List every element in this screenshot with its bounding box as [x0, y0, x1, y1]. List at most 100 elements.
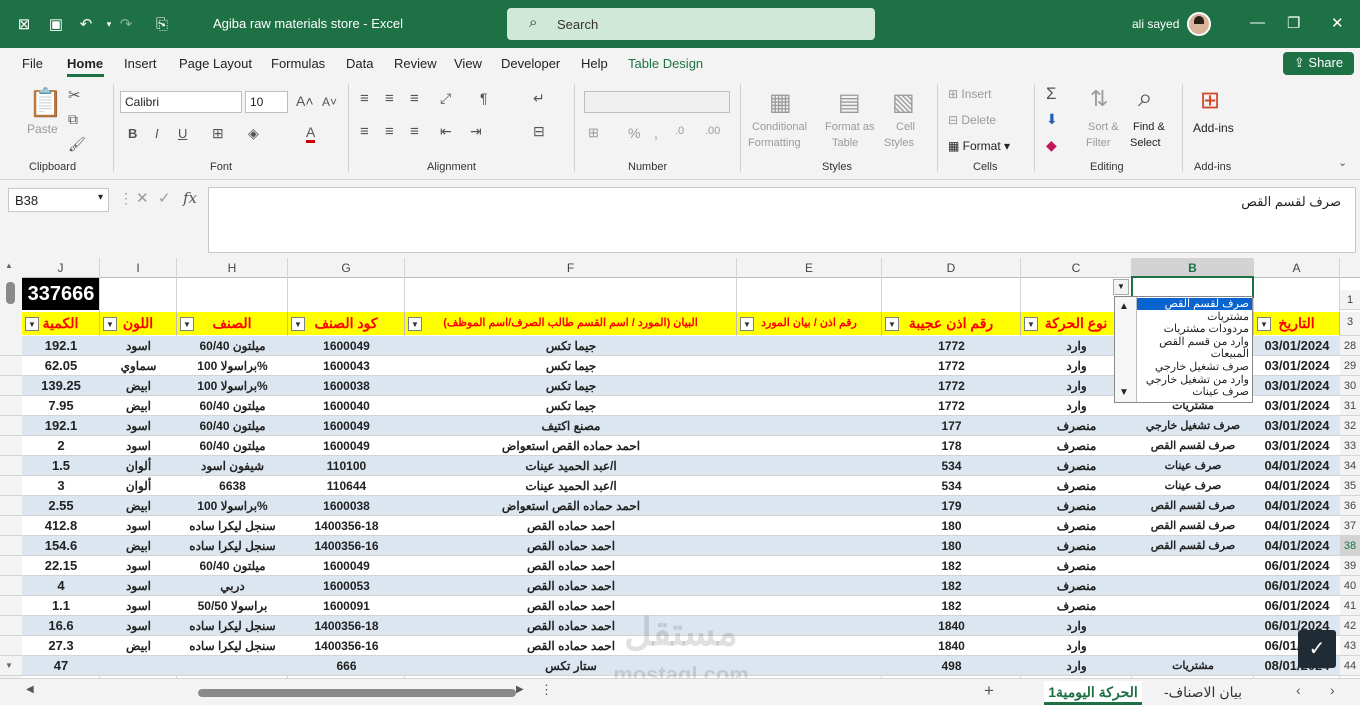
cell-i[interactable]: ابيض: [100, 496, 177, 516]
cell-c[interactable]: منصرف: [1021, 436, 1132, 456]
cell-j[interactable]: 2: [22, 436, 100, 456]
bold-icon[interactable]: B: [128, 126, 137, 141]
check-icon[interactable]: ✓: [1298, 630, 1336, 668]
row-header[interactable]: 32: [1340, 416, 1360, 436]
copy-icon[interactable]: ⧉: [68, 111, 78, 128]
cell-i[interactable]: ابيض: [100, 536, 177, 556]
select-all-corner[interactable]: [1340, 258, 1360, 278]
undo-icon[interactable]: ↶: [76, 14, 96, 34]
percent-icon[interactable]: %: [628, 125, 640, 141]
scroll-thumb[interactable]: [6, 282, 15, 304]
add-ins-button-label[interactable]: Add-ins: [1193, 121, 1234, 135]
validation-list-scrollbar[interactable]: ▲ ▼: [1115, 297, 1137, 402]
font-name-select[interactable]: Calibri: [120, 91, 242, 113]
cell-i[interactable]: اسود: [100, 336, 177, 356]
cell-d[interactable]: 180: [882, 516, 1021, 536]
cell-c[interactable]: منصرف: [1021, 416, 1132, 436]
cell-c[interactable]: وارد: [1021, 616, 1132, 636]
cell-i[interactable]: [100, 656, 177, 676]
align-right-icon[interactable]: ≡: [410, 123, 419, 140]
cell-c[interactable]: وارد: [1021, 656, 1132, 676]
cell-f[interactable]: احمد حماده القص: [405, 596, 737, 616]
col-header-b[interactable]: B: [1132, 258, 1254, 278]
cell-g[interactable]: 1600038: [288, 496, 405, 516]
cell-d[interactable]: 1772: [882, 336, 1021, 356]
menu-view[interactable]: View: [454, 56, 482, 71]
cell-h[interactable]: شيفون اسود: [177, 456, 288, 476]
underline-icon[interactable]: U: [178, 126, 187, 141]
cell-j[interactable]: 412.8: [22, 516, 100, 536]
cell-e[interactable]: [737, 616, 882, 636]
sheet-tab[interactable]: بيان الاصناف-: [1158, 681, 1248, 705]
cell-g[interactable]: 1400356-16: [288, 636, 405, 656]
conditional-formatting-icon[interactable]: ▦: [769, 88, 792, 117]
collapse-ribbon-icon[interactable]: ⌄: [1338, 156, 1347, 169]
font-size-select[interactable]: 10: [245, 91, 288, 113]
scroll-up-icon[interactable]: ▲: [1119, 301, 1129, 312]
row-header[interactable]: 38: [1340, 536, 1360, 556]
validation-list[interactable]: ▲ ▼ صرف لقسم القص مشتريات مردودات مشتريات و…: [1114, 296, 1253, 403]
filter-dropdown-icon[interactable]: ▼: [885, 317, 899, 331]
cell-e[interactable]: [737, 536, 882, 556]
cell-b[interactable]: صرف عينات: [1132, 476, 1254, 496]
cell-f[interactable]: ا/عبد الحميد عينات: [405, 456, 737, 476]
validation-option[interactable]: وارد من تشغيل خارجي: [1137, 374, 1252, 386]
cell-g[interactable]: 1600049: [288, 416, 405, 436]
format-as-table-icon[interactable]: ▤: [838, 88, 861, 117]
validation-option[interactable]: صرف عينات: [1137, 386, 1252, 398]
scroll-down-icon[interactable]: ▼: [1119, 387, 1129, 398]
align-middle-icon[interactable]: ≡: [385, 90, 394, 107]
conditional-formatting-label-1[interactable]: Conditional: [752, 121, 807, 133]
cell-d[interactable]: 1772: [882, 396, 1021, 416]
cell-h[interactable]: براسولا 100%: [177, 496, 288, 516]
cell-h[interactable]: 6638: [177, 476, 288, 496]
clear-icon[interactable]: ◆: [1046, 137, 1057, 154]
format-as-table-label-2[interactable]: Table: [832, 137, 858, 149]
next-sheet-icon[interactable]: ›: [1330, 682, 1335, 698]
cell-i[interactable]: اسود: [100, 556, 177, 576]
cell-g[interactable]: 1600091: [288, 596, 405, 616]
increase-indent-icon[interactable]: ⇥: [470, 123, 482, 140]
wrap-text-icon[interactable]: ↵: [533, 90, 545, 107]
minimize-icon[interactable]: —: [1250, 14, 1265, 31]
cell-b[interactable]: صرف عينات: [1132, 456, 1254, 476]
cell-i[interactable]: ابيض: [100, 396, 177, 416]
redo-icon[interactable]: ↷: [116, 14, 136, 34]
enter-icon[interactable]: ✓: [158, 189, 171, 207]
row-header[interactable]: 40: [1340, 576, 1360, 596]
col-header-h[interactable]: H: [177, 258, 288, 278]
cell-i[interactable]: ألوان: [100, 476, 177, 496]
cell-d[interactable]: 182: [882, 596, 1021, 616]
borders-icon[interactable]: ⊞: [212, 125, 224, 142]
filter-dropdown-icon[interactable]: ▼: [1024, 317, 1038, 331]
cell-j[interactable]: 1.5: [22, 456, 100, 476]
cell-j[interactable]: 22.15: [22, 556, 100, 576]
restore-icon[interactable]: ❐: [1287, 14, 1300, 32]
menu-formulas[interactable]: Formulas: [271, 56, 325, 71]
cell-f[interactable]: ا/عبد الحميد عينات: [405, 476, 737, 496]
cell-a[interactable]: 06/01/2024: [1254, 556, 1340, 576]
validation-dropdown-button[interactable]: ▼: [1113, 279, 1129, 295]
share-button[interactable]: ⇪ Share: [1283, 52, 1354, 75]
filter-dropdown-icon[interactable]: ▼: [740, 317, 754, 331]
prev-sheet-icon[interactable]: ‹: [1296, 682, 1301, 698]
cell-e[interactable]: [737, 396, 882, 416]
cell-c[interactable]: منصرف: [1021, 476, 1132, 496]
cell-d[interactable]: 182: [882, 576, 1021, 596]
cell-j[interactable]: 27.3: [22, 636, 100, 656]
cell-h[interactable]: ميلتون 60/40: [177, 336, 288, 356]
row-header[interactable]: 44: [1340, 656, 1360, 676]
delete-cells-button[interactable]: ⊟ Delete: [948, 113, 996, 127]
cell-g[interactable]: 1600049: [288, 556, 405, 576]
cell-e[interactable]: [737, 656, 882, 676]
cell-f[interactable]: جيما تكس: [405, 336, 737, 356]
cell-i[interactable]: سماوي: [100, 356, 177, 376]
user-name[interactable]: ali sayed: [1132, 17, 1179, 31]
cell-c[interactable]: منصرف: [1021, 596, 1132, 616]
comma-icon[interactable]: ,: [654, 125, 658, 141]
cell-g[interactable]: 110644: [288, 476, 405, 496]
rtl-icon[interactable]: ¶: [480, 90, 488, 106]
cell-f[interactable]: جيما تكس: [405, 376, 737, 396]
cell-f[interactable]: احمد حماده القص: [405, 636, 737, 656]
cell-h[interactable]: ميلتون 60/40: [177, 556, 288, 576]
